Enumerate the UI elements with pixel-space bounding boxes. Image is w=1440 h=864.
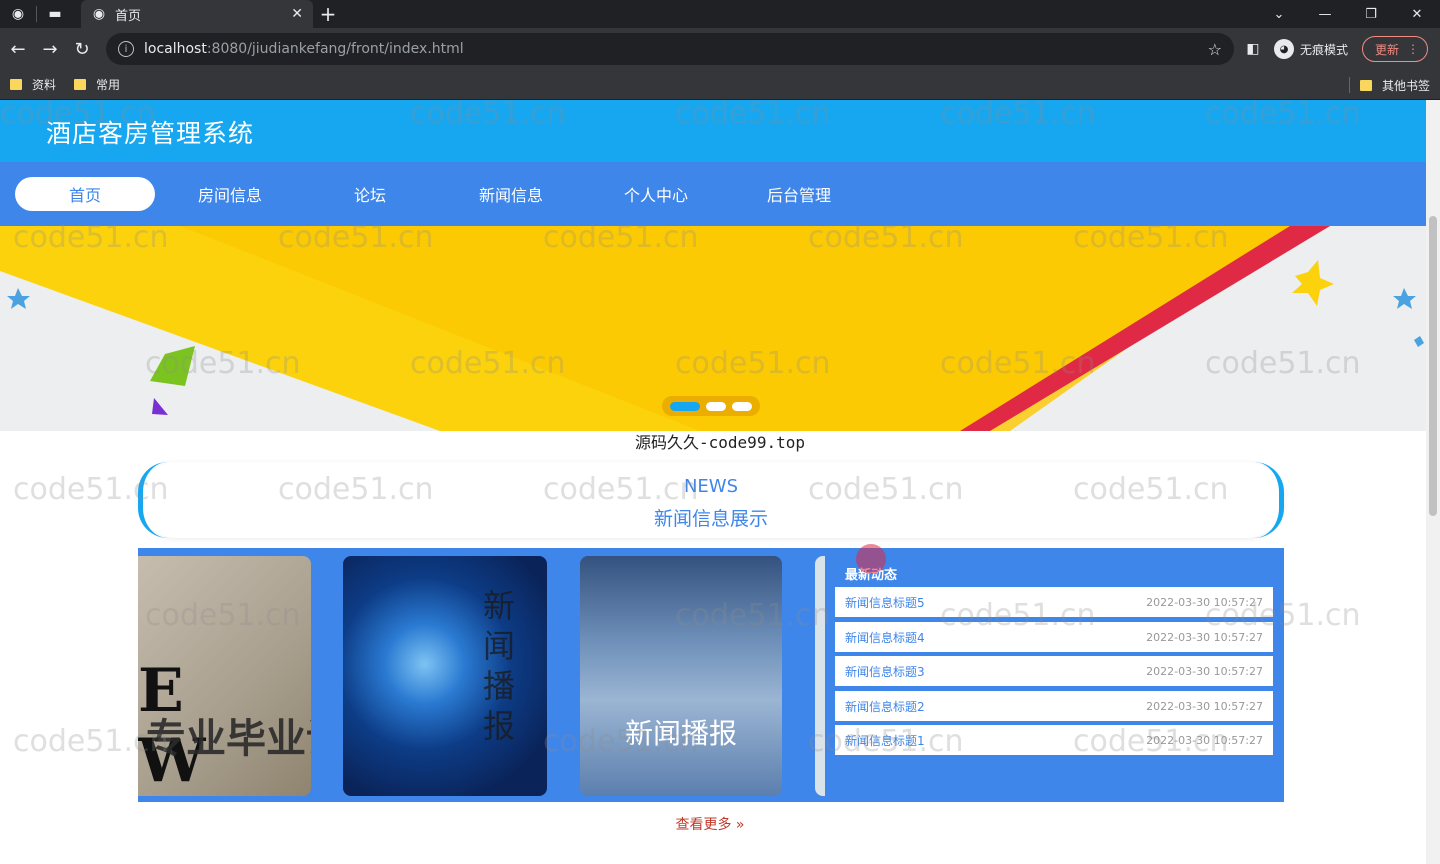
browser-tab[interactable]: ◉ 首页 ✕ — [81, 0, 313, 28]
incognito-icon: ◕ — [1274, 39, 1294, 59]
forward-arrow-icon[interactable]: → — [34, 33, 66, 65]
news-thumbnail-3[interactable]: 新闻播报 — [580, 556, 782, 796]
site-header: 酒店客房管理系统 — [0, 100, 1426, 162]
news-thumbnail-2[interactable]: 新闻播报 — [343, 556, 547, 796]
update-button[interactable]: 更新 ⋮ — [1362, 36, 1429, 62]
more-menu-icon: ⋮ — [1407, 42, 1420, 56]
scrollbar-thumb[interactable] — [1429, 216, 1437, 516]
latest-news-item-date: 2022-03-30 10:57:27 — [1146, 699, 1263, 713]
window-close-icon[interactable]: ✕ — [1394, 0, 1440, 28]
carousel-dot-2[interactable] — [706, 401, 726, 411]
carousel-dot-1[interactable] — [670, 401, 700, 411]
news-thumbnail-4[interactable] — [815, 556, 825, 796]
thumbnail-overlay-text: 专业毕业设计代做报 — [146, 716, 311, 762]
side-panel-icon[interactable]: ◧ — [1240, 41, 1266, 57]
tab-list-icon[interactable]: ⌄ — [1256, 0, 1302, 28]
latest-news-item-date: 2022-03-30 10:57:27 — [1146, 595, 1263, 609]
browser-toolbar: ← → ↻ i localhost:8080/jiudiankefang/fro… — [0, 28, 1440, 70]
carousel-dot-3[interactable] — [732, 401, 752, 411]
heading-english: NEWS — [683, 476, 739, 497]
folder-icon — [74, 79, 87, 90]
nav-rooms[interactable]: 房间信息 — [160, 177, 300, 211]
toolbar-right: ◧ ◕ 无痕模式 更新 ⋮ — [1240, 33, 1429, 65]
update-label: 更新 — [1375, 42, 1400, 57]
latest-news-item-title: 新闻信息标题1 — [845, 733, 925, 748]
bookmark-label: 常用 — [96, 78, 121, 92]
main-nav: 首页 房间信息 论坛 新闻信息 个人中心 后台管理 — [0, 162, 1426, 226]
bookmark-label: 资料 — [32, 78, 57, 92]
bookmark-folder-changyong[interactable]: 常用 — [74, 76, 120, 93]
latest-news-row[interactable]: 新闻信息标题3 2022-03-30 10:57:27 — [835, 656, 1273, 686]
other-bookmarks-label: 其他书签 — [1381, 78, 1430, 93]
window-controls: ⌄ — ❐ ✕ — [1256, 0, 1440, 28]
nav-forum[interactable]: 论坛 — [300, 177, 440, 211]
latest-news-item-title: 新闻信息标题4 — [845, 630, 925, 645]
back-arrow-icon[interactable]: ← — [2, 33, 34, 65]
latest-news-row[interactable]: 新闻信息标题5 2022-03-30 10:57:27 — [835, 587, 1273, 617]
latest-news-item-title: 新闻信息标题3 — [845, 664, 925, 679]
folder-icon — [10, 79, 22, 90]
source-credit: 源码久久-code99.top — [635, 433, 805, 452]
restore-icon[interactable]: ❐ — [1348, 0, 1394, 28]
other-bookmarks[interactable]: 其他书签 — [1348, 70, 1430, 100]
latest-news-item-title: 新闻信息标题2 — [845, 699, 925, 714]
site-info-icon[interactable]: i — [118, 41, 134, 57]
thumbnail-vertical-text: 新闻播报 — [483, 587, 516, 745]
heading-chinese: 新闻信息展示 — [653, 508, 768, 530]
bookmark-separator — [1348, 77, 1350, 93]
nav-home[interactable]: 首页 — [15, 177, 155, 211]
incognito-label: 无痕模式 — [1300, 42, 1349, 57]
url-host: localhost — [144, 41, 207, 57]
banner-carousel[interactable] — [0, 226, 1426, 431]
globe-icon: ◉ — [92, 6, 106, 22]
tab-title: 首页 — [115, 8, 142, 24]
bookmark-folder-ziliao[interactable]: 资料 — [10, 76, 56, 93]
browser-menu-icon[interactable]: ◉ — [0, 0, 36, 28]
latest-news-item-date: 2022-03-30 10:57:27 — [1146, 630, 1263, 644]
close-tab-icon[interactable]: ✕ — [291, 6, 303, 22]
latest-news-item-title: 新闻信息标题5 — [845, 595, 925, 610]
new-tab-button[interactable]: + — [313, 2, 343, 26]
carousel-indicators — [662, 396, 760, 416]
latest-news-row[interactable]: 新闻信息标题1 2022-03-30 10:57:27 — [835, 725, 1273, 755]
bookmark-star-icon[interactable]: ☆ — [1208, 40, 1222, 59]
latest-news-item-date: 2022-03-30 10:57:27 — [1146, 664, 1263, 678]
incognito-indicator[interactable]: ◕ 无痕模式 — [1274, 39, 1348, 59]
tab-search-icon[interactable]: ▬ — [37, 0, 73, 28]
browser-tab-bar: ◉ ▬ ◉ 首页 ✕ + ⌄ — ❐ ✕ — [0, 0, 1440, 28]
minimize-icon[interactable]: — — [1302, 0, 1348, 28]
reload-icon[interactable]: ↻ — [66, 33, 98, 65]
thumbnail-title: 新闻播报 — [624, 717, 737, 750]
nav-admin[interactable]: 后台管理 — [729, 177, 869, 211]
latest-news-row[interactable]: 新闻信息标题2 2022-03-30 10:57:27 — [835, 691, 1273, 721]
nav-profile[interactable]: 个人中心 — [586, 177, 726, 211]
folder-icon — [1359, 79, 1372, 91]
news-section-heading: NEWS 新闻信息展示 — [138, 462, 1284, 538]
url-path: :8080/jiudiankefang/front/index.html — [206, 41, 464, 57]
view-more-link[interactable]: 查看更多 » — [0, 814, 1420, 834]
latest-news: 最新动态 新闻信息标题5 2022-03-30 10:57:27 新闻信息标题4… — [835, 548, 1284, 802]
news-panel: E W 专业毕业设计代做报 新闻播报 新闻播报 最新动态 新闻信息标题5 202… — [138, 548, 1284, 802]
news-thumbnail-1[interactable]: E W 专业毕业设计代做报 — [138, 556, 311, 796]
site-title: 酒店客房管理系统 — [46, 119, 255, 148]
latest-news-row[interactable]: 新闻信息标题4 2022-03-30 10:57:27 — [835, 622, 1273, 652]
mouse-cursor-highlight — [856, 544, 886, 574]
bookmarks-bar: 资料 常用 其他书签 — [0, 70, 1440, 100]
page-scrollbar[interactable] — [1426, 100, 1440, 864]
latest-news-item-date: 2022-03-30 10:57:27 — [1146, 733, 1263, 747]
address-bar[interactable]: i localhost:8080/jiudiankefang/front/ind… — [106, 33, 1234, 65]
nav-news[interactable]: 新闻信息 — [441, 177, 581, 211]
url-text[interactable]: localhost:8080/jiudiankefang/front/index… — [144, 41, 1208, 57]
web-page: 酒店客房管理系统 首页 房间信息 论坛 新闻信息 个人中心 后台管理 源码久久-… — [0, 100, 1440, 864]
